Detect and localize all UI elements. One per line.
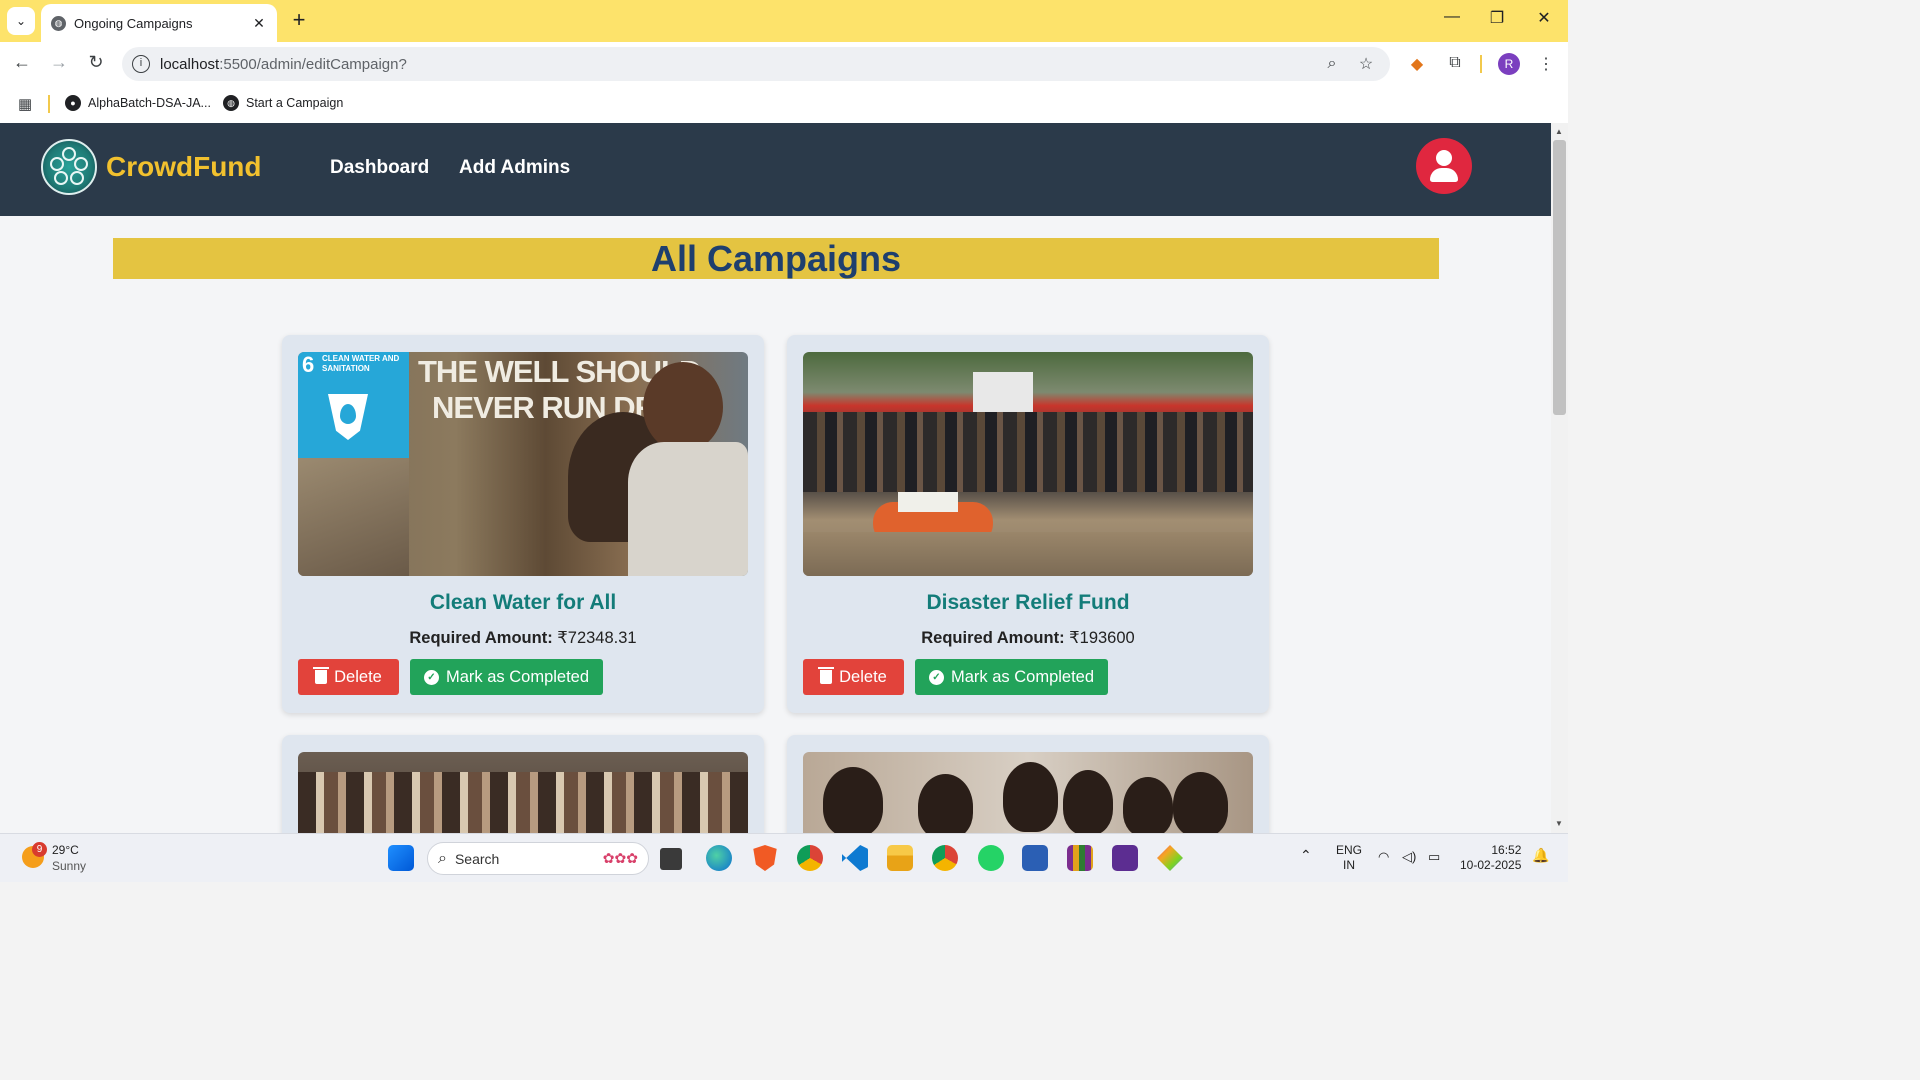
menu-kebab-icon[interactable]: ⋮ — [1534, 54, 1558, 74]
battery-icon[interactable]: ▭ — [1428, 849, 1440, 864]
metamask-extension-icon[interactable]: ◆ — [1405, 54, 1429, 74]
url-text[interactable]: localhost:5500/admin/editCampaign? — [160, 56, 1322, 73]
scroll-down-icon[interactable]: ▼ — [1555, 819, 1563, 828]
sdg-badge: 6 CLEAN WATER AND SANITATION — [298, 352, 409, 458]
user-profile-button[interactable] — [1416, 138, 1472, 194]
scroll-up-icon[interactable]: ▲ — [1555, 127, 1563, 136]
bookmarks-bar: ▦ ● AlphaBatch-DSA-JA... ◍ Start a Campa… — [0, 86, 1568, 123]
back-button[interactable]: ← — [10, 52, 34, 73]
delete-button[interactable]: Delete — [803, 659, 904, 695]
task-view-icon[interactable] — [660, 848, 682, 870]
bookmark-github[interactable]: ● AlphaBatch-DSA-JA... — [65, 95, 211, 111]
chrome-profile-m-icon[interactable] — [932, 845, 958, 871]
campaign-image — [298, 752, 748, 833]
chrome-profile-r-icon[interactable] — [797, 845, 823, 871]
delete-button[interactable]: Delete — [298, 659, 399, 695]
chevron-up-icon[interactable]: ⌃ — [1300, 848, 1312, 863]
bookmark-star-icon[interactable]: ☆ — [1356, 54, 1376, 74]
word-icon[interactable] — [1022, 845, 1048, 871]
crowdfund-logo-icon[interactable] — [41, 139, 97, 195]
restore-button[interactable]: ❐ — [1482, 8, 1512, 28]
search-icon: ⌕ — [438, 849, 447, 867]
new-tab-button[interactable]: + — [287, 9, 311, 31]
bookmark-label: Start a Campaign — [246, 96, 344, 110]
extensions-puzzle-icon[interactable]: ⧉ — [1443, 54, 1467, 72]
page-title: All Campaigns — [650, 238, 902, 279]
wifi-icon[interactable]: ◠ — [1378, 849, 1389, 864]
browser-tab[interactable]: ◍ Ongoing Campaigns ✕ — [41, 4, 277, 42]
zoom-icon[interactable]: ⌕ — [1322, 55, 1342, 73]
nav-dashboard[interactable]: Dashboard — [330, 157, 429, 179]
campaign-card — [282, 735, 764, 833]
site-info-icon[interactable]: i — [132, 55, 150, 73]
reload-button[interactable]: ↻ — [84, 52, 108, 73]
bookmark-start-campaign[interactable]: ◍ Start a Campaign — [223, 95, 343, 111]
whatsapp-icon[interactable] — [978, 845, 1004, 871]
page-viewport: CrowdFund Dashboard Add Admins All Campa… — [0, 123, 1551, 833]
mark-completed-button[interactable]: ✓ Mark as Completed — [410, 659, 603, 695]
windows-start-icon[interactable] — [388, 845, 414, 871]
windows-taskbar: 9 29°C Sunny ⌕ Search ✿✿✿ ⌃ ENG IN ◠ ◁) … — [0, 833, 1568, 882]
campaign-image — [803, 352, 1253, 576]
required-amount: Required Amount: ₹72348.31 — [409, 629, 637, 647]
trash-icon — [818, 667, 835, 684]
campaign-title[interactable]: Clean Water for All — [282, 591, 764, 615]
user-icon — [1436, 150, 1452, 166]
clock[interactable]: 16:52 10-02-2025 — [1460, 843, 1521, 873]
profile-avatar[interactable]: R — [1498, 53, 1520, 75]
campaign-image: 6 CLEAN WATER AND SANITATION THE WELL SH… — [298, 352, 748, 576]
flowers-icon: ✿✿✿ — [602, 850, 638, 866]
bookmark-label: AlphaBatch-DSA-JA... — [88, 96, 211, 110]
toolbar-divider — [1480, 55, 1482, 73]
check-circle-icon: ✓ — [423, 669, 439, 685]
scrollbar-thumb[interactable] — [1553, 140, 1566, 415]
browser-tab-strip: ⌄ ◍ Ongoing Campaigns ✕ + — ❐ ✕ — [0, 0, 1568, 42]
site-navbar: CrowdFund Dashboard Add Admins — [0, 123, 1551, 216]
volume-icon[interactable]: ◁) — [1402, 849, 1416, 864]
globe-icon: ◍ — [223, 95, 239, 111]
globe-icon: ◍ — [51, 15, 66, 31]
campaign-card: 6 CLEAN WATER AND SANITATION THE WELL SH… — [282, 335, 764, 713]
forward-button[interactable]: → — [47, 52, 71, 73]
vscode-icon[interactable] — [842, 845, 868, 871]
campaign-title[interactable]: Disaster Relief Fund — [787, 591, 1269, 615]
campaign-card: Disaster Relief Fund Required Amount: ₹1… — [787, 335, 1269, 713]
close-window-button[interactable]: ✕ — [1529, 8, 1559, 28]
brand-name[interactable]: CrowdFund — [106, 151, 262, 183]
github-icon: ● — [65, 95, 81, 111]
bookmarks-divider — [48, 95, 50, 113]
required-amount: Required Amount: ₹193600 — [921, 629, 1135, 647]
campaign-image — [803, 752, 1253, 833]
tab-title: Ongoing Campaigns — [74, 15, 193, 31]
visual-studio-icon[interactable] — [1112, 845, 1138, 871]
minimize-button[interactable]: — — [1437, 8, 1467, 26]
brave-icon[interactable] — [753, 845, 777, 871]
notification-bell-icon[interactable]: 🔔 — [1532, 848, 1549, 863]
file-explorer-icon[interactable] — [887, 845, 913, 871]
winrar-icon[interactable] — [1067, 845, 1093, 871]
page-scrollbar[interactable]: ▲ ▼ — [1551, 123, 1568, 833]
notification-badge: 9 — [32, 842, 47, 857]
edge-icon[interactable] — [706, 845, 732, 871]
trash-icon — [313, 667, 330, 684]
app-launcher-icon[interactable] — [1157, 845, 1183, 871]
campaign-card — [787, 735, 1269, 833]
mark-completed-button[interactable]: ✓ Mark as Completed — [915, 659, 1108, 695]
nav-add-admins[interactable]: Add Admins — [459, 157, 570, 179]
browser-toolbar: ← → ↻ i localhost:5500/admin/editCampaig… — [0, 42, 1568, 86]
close-tab-icon[interactable]: ✕ — [249, 15, 269, 32]
page-heading-banner: All Campaigns — [113, 238, 1439, 279]
temperature: 29°C — [52, 843, 79, 857]
apps-grid-icon[interactable]: ▦ — [18, 95, 32, 113]
tab-search-button[interactable]: ⌄ — [7, 7, 35, 35]
language-indicator[interactable]: ENG IN — [1336, 843, 1362, 873]
check-circle-icon: ✓ — [928, 669, 944, 685]
weather-condition: Sunny — [52, 859, 87, 873]
address-bar[interactable]: i localhost:5500/admin/editCampaign? ⌕ ☆ — [122, 47, 1390, 81]
taskbar-search[interactable]: ⌕ Search ✿✿✿ — [427, 842, 649, 875]
